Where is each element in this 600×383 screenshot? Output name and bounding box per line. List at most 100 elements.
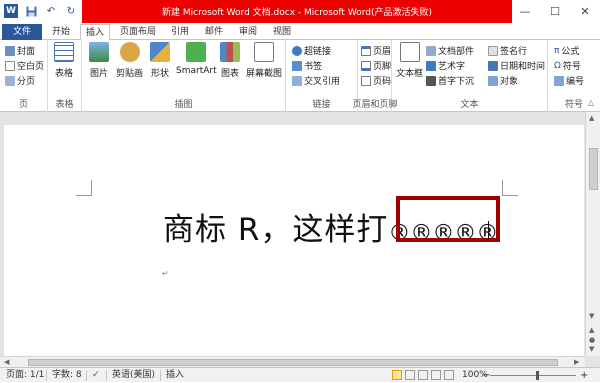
drop-cap-button[interactable]: 首字下沉 bbox=[426, 74, 474, 87]
footer-button[interactable]: 页脚 bbox=[361, 59, 391, 72]
number-icon bbox=[554, 75, 564, 86]
smartart-button[interactable]: SmartArt bbox=[176, 42, 217, 76]
header-icon bbox=[361, 45, 371, 56]
bookmark-button[interactable]: 书签 bbox=[292, 59, 322, 72]
numbering-button[interactable]: 编号 bbox=[554, 74, 584, 87]
tab-references[interactable]: 引用 bbox=[166, 24, 194, 40]
table-group: 表格 表格 bbox=[48, 40, 82, 112]
cover-page-button[interactable]: 封面 bbox=[5, 44, 35, 57]
date-time-button[interactable]: 日期和时间 bbox=[488, 59, 545, 72]
horizontal-scroll-thumb[interactable] bbox=[28, 359, 558, 366]
text-box-button[interactable]: 文本框 bbox=[396, 42, 423, 79]
equation-button[interactable]: π 公式 bbox=[554, 44, 579, 58]
ribbon-tabs: 文件 开始 插入 页面布局 引用 邮件 审阅 视图 bbox=[0, 24, 600, 41]
object-button[interactable]: 对象 bbox=[488, 74, 518, 87]
print-layout-view-icon[interactable] bbox=[392, 370, 402, 380]
close-button[interactable]: ✕ bbox=[570, 0, 600, 22]
shapes-button[interactable]: 形状 bbox=[150, 42, 170, 79]
table-button[interactable]: 表格 bbox=[54, 42, 74, 79]
page-break-button[interactable]: 分页 bbox=[5, 74, 35, 87]
pages-group-label: 页 bbox=[18, 100, 28, 110]
title-bar: W ↶ ↻ ▾ 新建 Microsoft Word 文档.docx - Micr… bbox=[0, 0, 600, 24]
signature-line-button[interactable]: 签名行 bbox=[488, 44, 527, 57]
minimize-button[interactable]: — bbox=[510, 0, 540, 22]
signature-line-icon bbox=[488, 45, 498, 56]
cover-page-icon bbox=[5, 45, 15, 56]
text-group-label: 文本 bbox=[460, 100, 479, 110]
tab-page-layout[interactable]: 页面布局 bbox=[116, 24, 160, 40]
quick-parts-button[interactable]: 文档部件 bbox=[426, 44, 474, 57]
drop-cap-icon bbox=[426, 75, 436, 86]
illustrations-group: 图片 剪贴画 形状 SmartArt 图表 屏幕截图 插图 bbox=[82, 40, 286, 112]
pi-icon: π bbox=[554, 45, 560, 56]
tab-mailings[interactable]: 邮件 bbox=[200, 24, 228, 40]
page-break-icon bbox=[5, 75, 15, 86]
save-icon[interactable] bbox=[24, 4, 38, 18]
table-group-label: 表格 bbox=[55, 100, 74, 110]
date-time-icon bbox=[488, 60, 498, 71]
hyperlink-button[interactable]: 超链接 bbox=[292, 44, 331, 57]
scroll-left-icon[interactable]: ◀ bbox=[4, 358, 9, 366]
horizontal-scrollbar[interactable]: ◀ ▶ bbox=[0, 356, 585, 367]
word-count[interactable]: 字数: 8 bbox=[52, 368, 82, 383]
screenshot-button[interactable]: 屏幕截图 bbox=[246, 42, 282, 79]
quick-parts-icon bbox=[426, 45, 436, 56]
scroll-up-icon[interactable]: ▲ bbox=[589, 114, 594, 122]
tab-file[interactable]: 文件 bbox=[2, 24, 42, 40]
status-divider bbox=[46, 370, 47, 381]
highlight-box bbox=[396, 196, 500, 242]
margin-mark-top-right bbox=[502, 180, 518, 196]
language-indicator[interactable]: 英语(美国) bbox=[112, 368, 155, 383]
vertical-scrollbar[interactable]: ▲ ▼ ▲ ● ▼ bbox=[585, 112, 600, 356]
prev-page-icon[interactable]: ▲ bbox=[589, 326, 594, 334]
word-app-icon[interactable]: W bbox=[4, 4, 18, 18]
blank-page-button[interactable]: 空白页 bbox=[5, 59, 44, 72]
zoom-slider[interactable] bbox=[490, 375, 576, 376]
status-divider bbox=[86, 370, 87, 381]
cross-reference-icon bbox=[292, 75, 302, 86]
undo-icon[interactable]: ↶ bbox=[44, 4, 58, 18]
blank-page-icon bbox=[5, 60, 15, 71]
links-group: 超链接 书签 交叉引用 链接 bbox=[286, 40, 358, 112]
tab-view[interactable]: 视图 bbox=[268, 24, 296, 40]
object-icon bbox=[488, 75, 498, 86]
collapse-ribbon-icon[interactable]: △ bbox=[588, 98, 594, 107]
tab-insert[interactable]: 插入 bbox=[80, 24, 110, 41]
chart-button[interactable]: 图表 bbox=[220, 42, 240, 79]
view-buttons bbox=[392, 370, 454, 380]
redo-icon[interactable]: ↻ bbox=[64, 4, 78, 18]
header-footer-group: 页眉 页脚 页码 页眉和页脚 bbox=[352, 40, 398, 112]
web-layout-view-icon[interactable] bbox=[418, 370, 428, 380]
tab-home[interactable]: 开始 bbox=[46, 24, 76, 40]
vertical-scroll-thumb[interactable] bbox=[589, 148, 598, 190]
wordart-button[interactable]: 艺术字 bbox=[426, 59, 465, 72]
clip-art-button[interactable]: 剪贴画 bbox=[116, 42, 143, 79]
footer-icon bbox=[361, 60, 371, 71]
hyperlink-icon bbox=[292, 45, 302, 56]
outline-view-icon[interactable] bbox=[431, 370, 441, 380]
page-number-button[interactable]: 页码 bbox=[361, 74, 391, 87]
cross-reference-button[interactable]: 交叉引用 bbox=[292, 74, 340, 87]
picture-button[interactable]: 图片 bbox=[89, 42, 109, 79]
next-page-icon[interactable]: ▼ bbox=[589, 345, 594, 353]
page-count[interactable]: 页面: 1/1 bbox=[6, 368, 44, 383]
browse-object-icon[interactable]: ● bbox=[589, 336, 595, 344]
scroll-right-icon[interactable]: ▶ bbox=[574, 358, 579, 366]
zoom-slider-thumb[interactable] bbox=[536, 371, 539, 380]
paragraph-mark: ↵ bbox=[162, 269, 169, 278]
zoom-in-button[interactable]: + bbox=[580, 368, 588, 383]
draft-view-icon[interactable] bbox=[444, 370, 454, 380]
proofing-icon[interactable]: ✓ bbox=[92, 368, 100, 383]
symbol-button[interactable]: Ω 符号 bbox=[554, 59, 581, 73]
text-group: 文本框 文档部件 艺术字 首字下沉 签名行 日期和时间 对象 文本 bbox=[392, 40, 548, 112]
insert-mode-indicator[interactable]: 插入 bbox=[166, 368, 184, 383]
header-button[interactable]: 页眉 bbox=[361, 44, 391, 57]
text-cursor bbox=[488, 221, 489, 239]
omega-icon: Ω bbox=[554, 60, 561, 71]
maximize-button[interactable]: ☐ bbox=[540, 0, 570, 22]
full-screen-reading-view-icon[interactable] bbox=[405, 370, 415, 380]
chart-icon bbox=[220, 42, 240, 62]
scroll-down-icon[interactable]: ▼ bbox=[589, 312, 594, 320]
picture-icon bbox=[89, 42, 109, 62]
tab-review[interactable]: 审阅 bbox=[234, 24, 262, 40]
